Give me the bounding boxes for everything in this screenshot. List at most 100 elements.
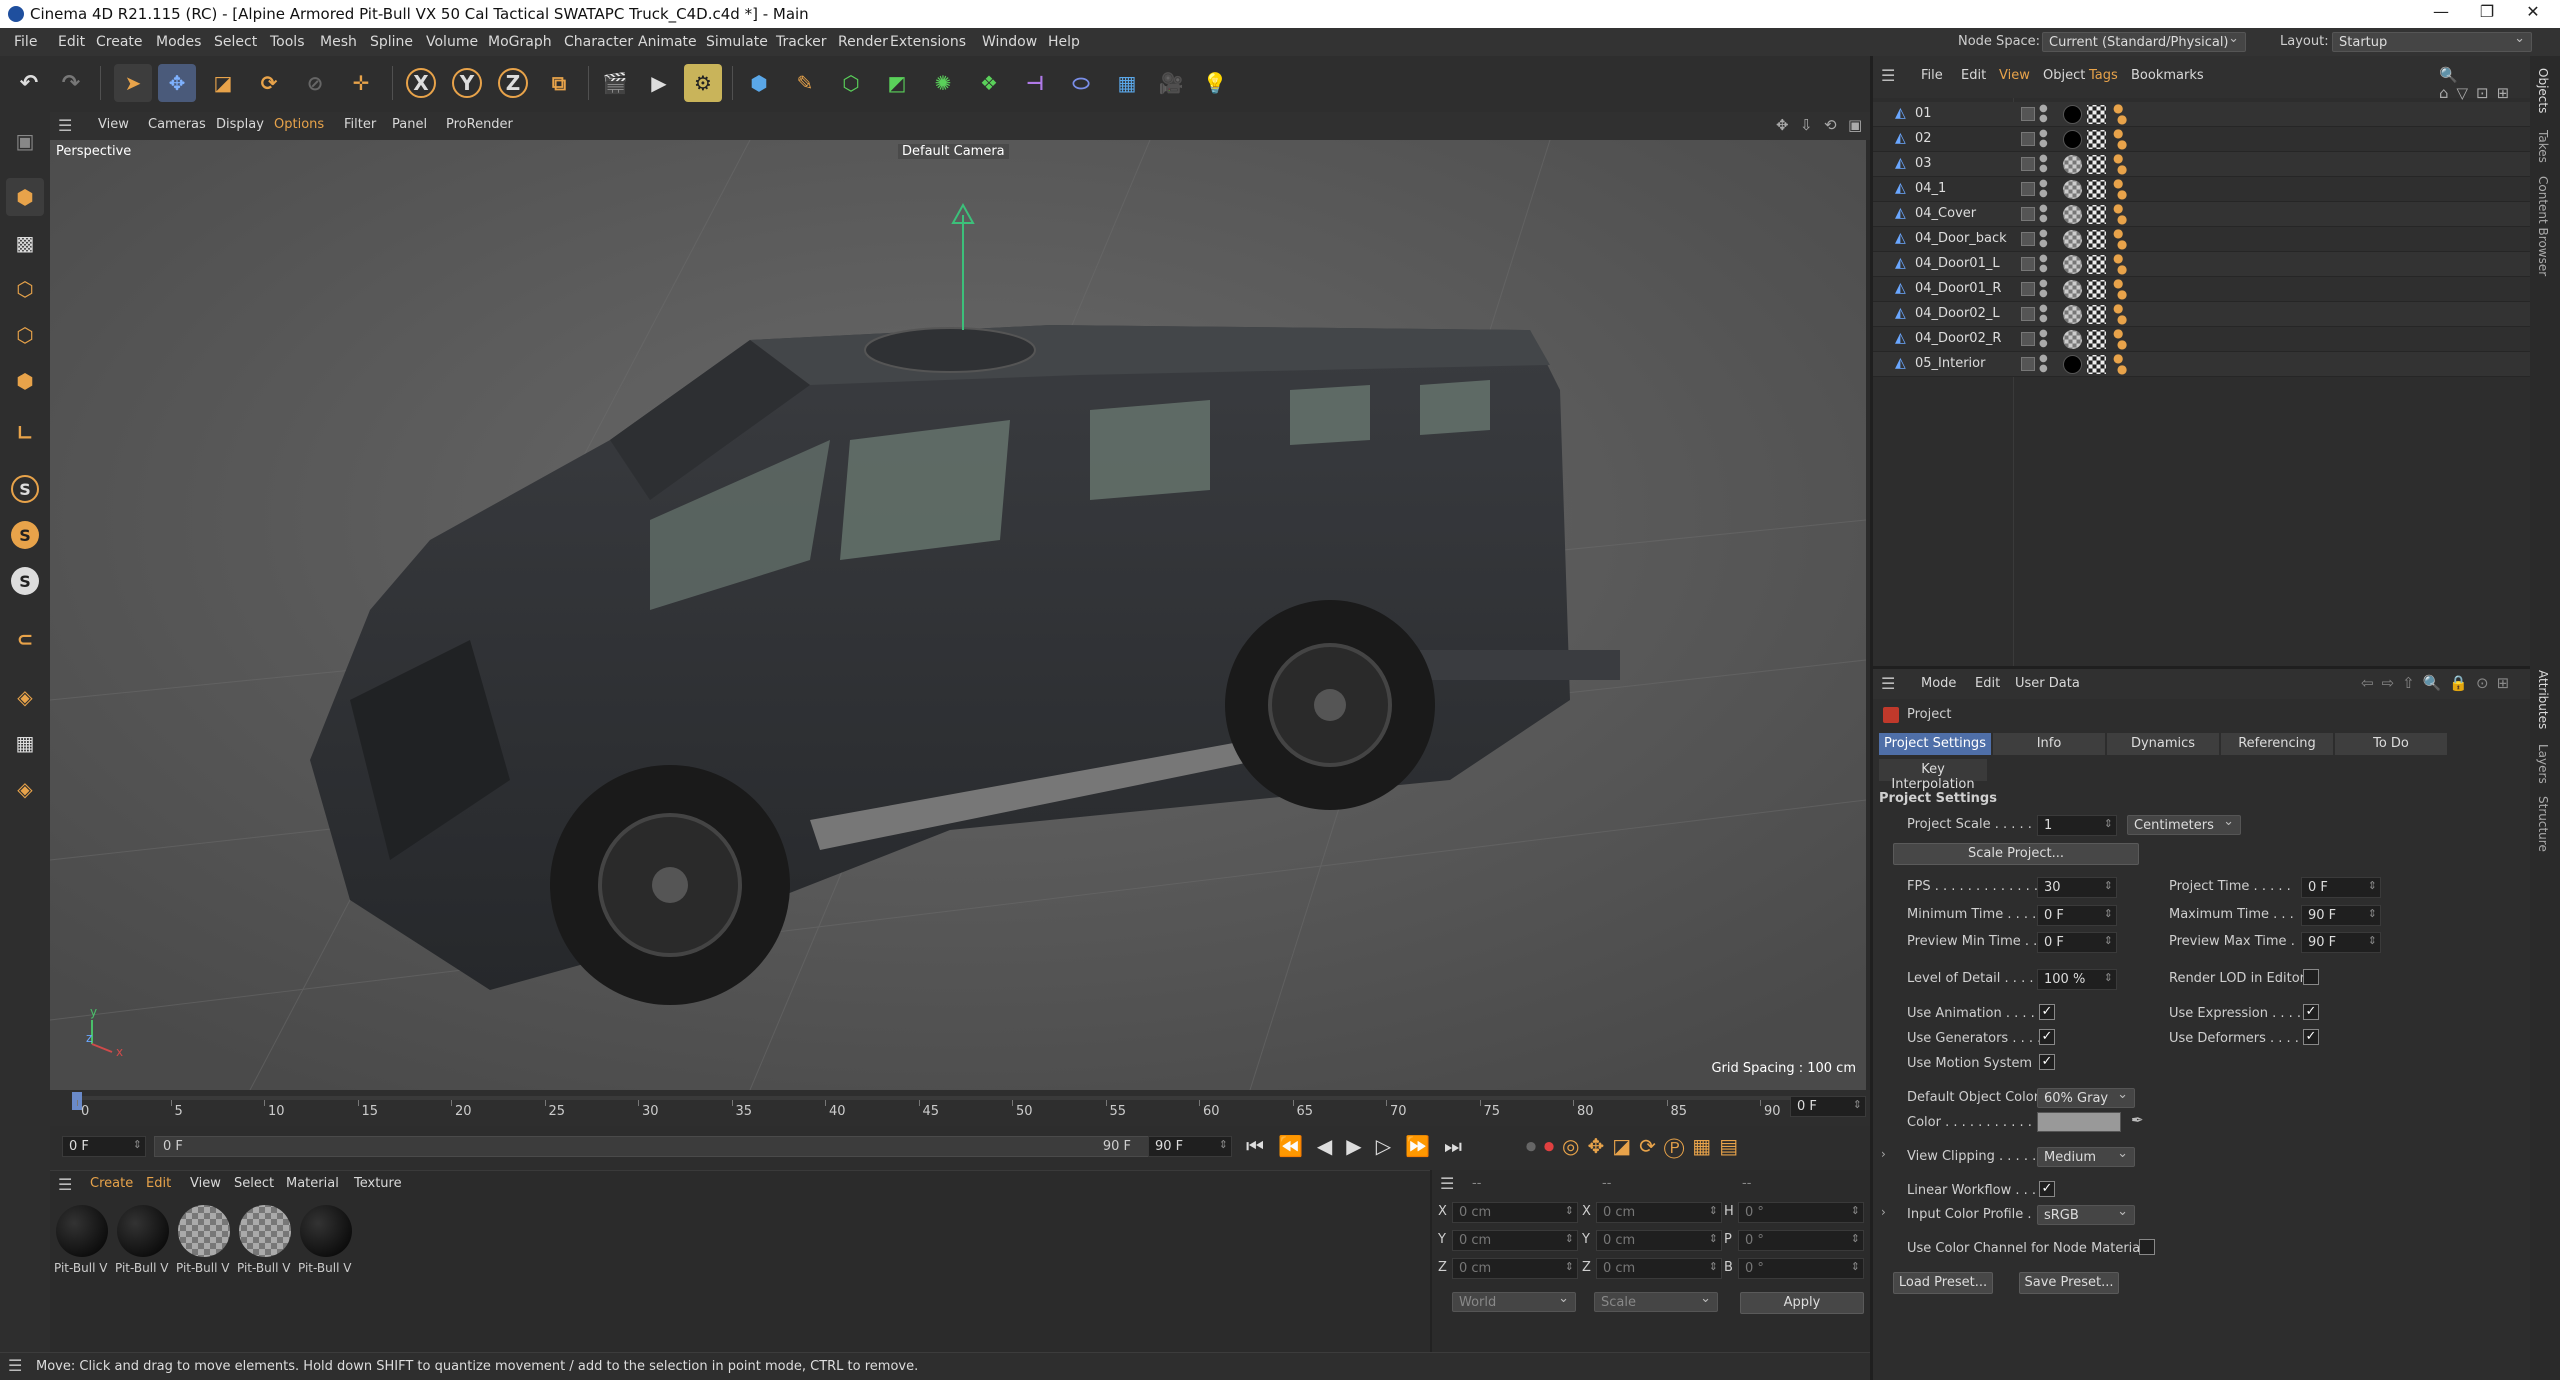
- material-menu-view[interactable]: View: [190, 1176, 221, 1191]
- key-param-icon[interactable]: Ⓟ: [1664, 1134, 1692, 1158]
- edit-toggle-icon[interactable]: [2021, 257, 2035, 271]
- uvw-tag-icon[interactable]: [2087, 205, 2106, 224]
- y-axis-lock-icon[interactable]: Y: [448, 64, 486, 102]
- locked-workplane-icon[interactable]: ▦: [6, 724, 44, 762]
- viewport-menu-display[interactable]: Display: [216, 117, 264, 132]
- attribute-menu-edit[interactable]: Edit: [1975, 676, 2000, 691]
- uvw-tag-icon[interactable]: [2087, 255, 2106, 274]
- eyedropper-icon[interactable]: ✒: [2131, 1111, 2144, 1129]
- use-motion-system-checkbox[interactable]: ✓: [2039, 1054, 2055, 1070]
- attribute-menu-user-data[interactable]: User Data: [2015, 676, 2080, 691]
- menu-create[interactable]: Create: [96, 34, 143, 50]
- pen-spline-icon[interactable]: ✎: [786, 64, 824, 102]
- load-preset-button[interactable]: Load Preset...: [1893, 1272, 1993, 1294]
- object-row[interactable]: ◭ 04_Cover ● ● ● ●: [1873, 202, 2530, 227]
- move-tool-icon[interactable]: ✥: [158, 64, 196, 102]
- visibility-dots-icon[interactable]: ● ●: [2039, 229, 2048, 249]
- edit-toggle-icon[interactable]: [2021, 307, 2035, 321]
- record-icon[interactable]: ⏺: [1526, 1134, 1544, 1158]
- range-slider[interactable]: 0 F 90 F: [154, 1136, 1154, 1157]
- next-frame-icon[interactable]: ▷: [1376, 1134, 1405, 1158]
- edges-mode-icon[interactable]: ⬡: [6, 316, 44, 354]
- use-animation-checkbox[interactable]: ✓: [2039, 1004, 2055, 1020]
- material-menu-create[interactable]: Create: [90, 1176, 133, 1191]
- cloner-icon[interactable]: ✺: [924, 64, 962, 102]
- side-tab-layers[interactable]: Layers: [2536, 744, 2550, 784]
- side-tab-attributes[interactable]: Attributes: [2536, 670, 2550, 729]
- light-icon[interactable]: 💡: [1196, 64, 1234, 102]
- object-name[interactable]: 04_Door02_L: [1915, 306, 2000, 321]
- viewport-menu-prorender[interactable]: ProRender: [446, 117, 513, 132]
- object-name[interactable]: 04_Door01_R: [1915, 281, 2001, 296]
- edit-toggle-icon[interactable]: [2021, 332, 2035, 346]
- play-icon[interactable]: ▶: [1346, 1134, 1375, 1158]
- tab-info[interactable]: Info: [1993, 733, 2105, 755]
- object-name[interactable]: 04_Door01_L: [1915, 256, 2000, 271]
- select-arrow-icon[interactable]: ➤: [114, 64, 152, 102]
- keyframe-controls[interactable]: ⏺⏺◎✥◪⟳Ⓟ▦▤: [1526, 1134, 1746, 1158]
- object-row[interactable]: ◭ 04_Door01_R ● ● ● ●: [1873, 277, 2530, 302]
- visibility-dots-icon[interactable]: ● ●: [2039, 354, 2048, 374]
- edit-toggle-icon[interactable]: [2021, 282, 2035, 296]
- material-thumbnail[interactable]: Pit-Bull V: [237, 1203, 293, 1281]
- visibility-dots-icon[interactable]: ● ●: [2039, 104, 2048, 124]
- object-row[interactable]: ◭ 02 ● ● ● ●: [1873, 127, 2530, 152]
- cube-primitive-icon[interactable]: ⬢: [740, 64, 778, 102]
- menu-animate[interactable]: Animate: [638, 34, 697, 50]
- object-name[interactable]: 04_Door_back: [1915, 231, 2007, 246]
- current-frame-field[interactable]: 0 F: [1790, 1096, 1866, 1117]
- key-selection-icon[interactable]: ◎: [1562, 1134, 1587, 1158]
- maximum-time-field[interactable]: 90 F: [2301, 905, 2381, 926]
- material-menu-material[interactable]: Material: [286, 1176, 339, 1191]
- object-name[interactable]: 01: [1915, 106, 1932, 121]
- object-name[interactable]: 04_Door02_R: [1915, 331, 2001, 346]
- side-tab-structure[interactable]: Structure: [2536, 796, 2550, 852]
- material-tag-icon[interactable]: [2063, 255, 2082, 274]
- uvw-tag-icon[interactable]: [2087, 105, 2106, 124]
- edit-toggle-icon[interactable]: [2021, 107, 2035, 121]
- pan-view-icon[interactable]: ✥: [1776, 116, 1789, 134]
- playback-controls[interactable]: ⏮⏪◀▶▷⏩⏭: [1246, 1134, 1476, 1158]
- object-row[interactable]: ◭ 04_Door_back ● ● ● ●: [1873, 227, 2530, 252]
- uvw-tag-icon[interactable]: [2087, 305, 2106, 324]
- scale-dropdown[interactable]: Scale: [1594, 1291, 1718, 1312]
- end-frame-field[interactable]: 90 F: [1148, 1136, 1232, 1157]
- go-to-end-icon[interactable]: ⏭: [1444, 1134, 1476, 1158]
- menu-file[interactable]: File: [14, 34, 37, 50]
- rotate-view-icon[interactable]: ⟲: [1824, 116, 1837, 134]
- material-thumbnail[interactable]: Pit-Bull V: [54, 1203, 110, 1281]
- prev-key-icon[interactable]: ⏪: [1278, 1134, 1317, 1158]
- workplane-icon[interactable]: ◈: [6, 678, 44, 716]
- edit-toggle-icon[interactable]: [2021, 157, 2035, 171]
- selection-tag-icon[interactable]: ● ●: [2113, 227, 2127, 250]
- object-manager-tools[interactable]: 🔍⌂▽⊡⊞: [2439, 66, 2530, 102]
- restore-button[interactable]: ❐: [2464, 2, 2510, 26]
- fps-field[interactable]: 30: [2037, 877, 2117, 898]
- view-clipping-dropdown[interactable]: Medium: [2037, 1146, 2135, 1167]
- render-settings-icon[interactable]: ⚙: [684, 64, 722, 102]
- edit-toggle-icon[interactable]: [2021, 207, 2035, 221]
- visibility-dots-icon[interactable]: ● ●: [2039, 304, 2048, 324]
- material-thumbnail[interactable]: Pit-Bull V: [298, 1203, 354, 1281]
- 3d-viewport[interactable]: z x y Perspective Default Camera Grid Sp…: [50, 140, 1866, 1090]
- visibility-dots-icon[interactable]: ● ●: [2039, 254, 2048, 274]
- axis-tool-icon[interactable]: ✛: [342, 64, 380, 102]
- selection-tag-icon[interactable]: ● ●: [2113, 127, 2127, 150]
- position-field[interactable]: 0 cm: [1452, 1202, 1578, 1223]
- object-row[interactable]: ◭ 05_Interior ● ● ● ●: [1873, 352, 2530, 377]
- menu-simulate[interactable]: Simulate: [706, 34, 768, 50]
- material-tag-icon[interactable]: [2063, 155, 2082, 174]
- viewport-menu-cameras[interactable]: Cameras: [148, 117, 206, 132]
- next-key-icon[interactable]: ⏩: [1405, 1134, 1444, 1158]
- use-deformers-checkbox[interactable]: ✓: [2303, 1029, 2319, 1045]
- menu-edit[interactable]: Edit: [58, 34, 85, 50]
- selection-tag-icon[interactable]: ● ●: [2113, 152, 2127, 175]
- uvw-tag-icon[interactable]: [2087, 130, 2106, 149]
- selection-tag-icon[interactable]: ● ●: [2113, 327, 2127, 350]
- maximize-view-icon[interactable]: ▣: [1848, 116, 1862, 134]
- visibility-dots-icon[interactable]: ● ●: [2039, 204, 2048, 224]
- menu-modes[interactable]: Modes: [156, 34, 201, 50]
- save-preset-button[interactable]: Save Preset...: [2019, 1272, 2119, 1294]
- use-generators-checkbox[interactable]: ✓: [2039, 1029, 2055, 1045]
- edit-toggle-icon[interactable]: [2021, 232, 2035, 246]
